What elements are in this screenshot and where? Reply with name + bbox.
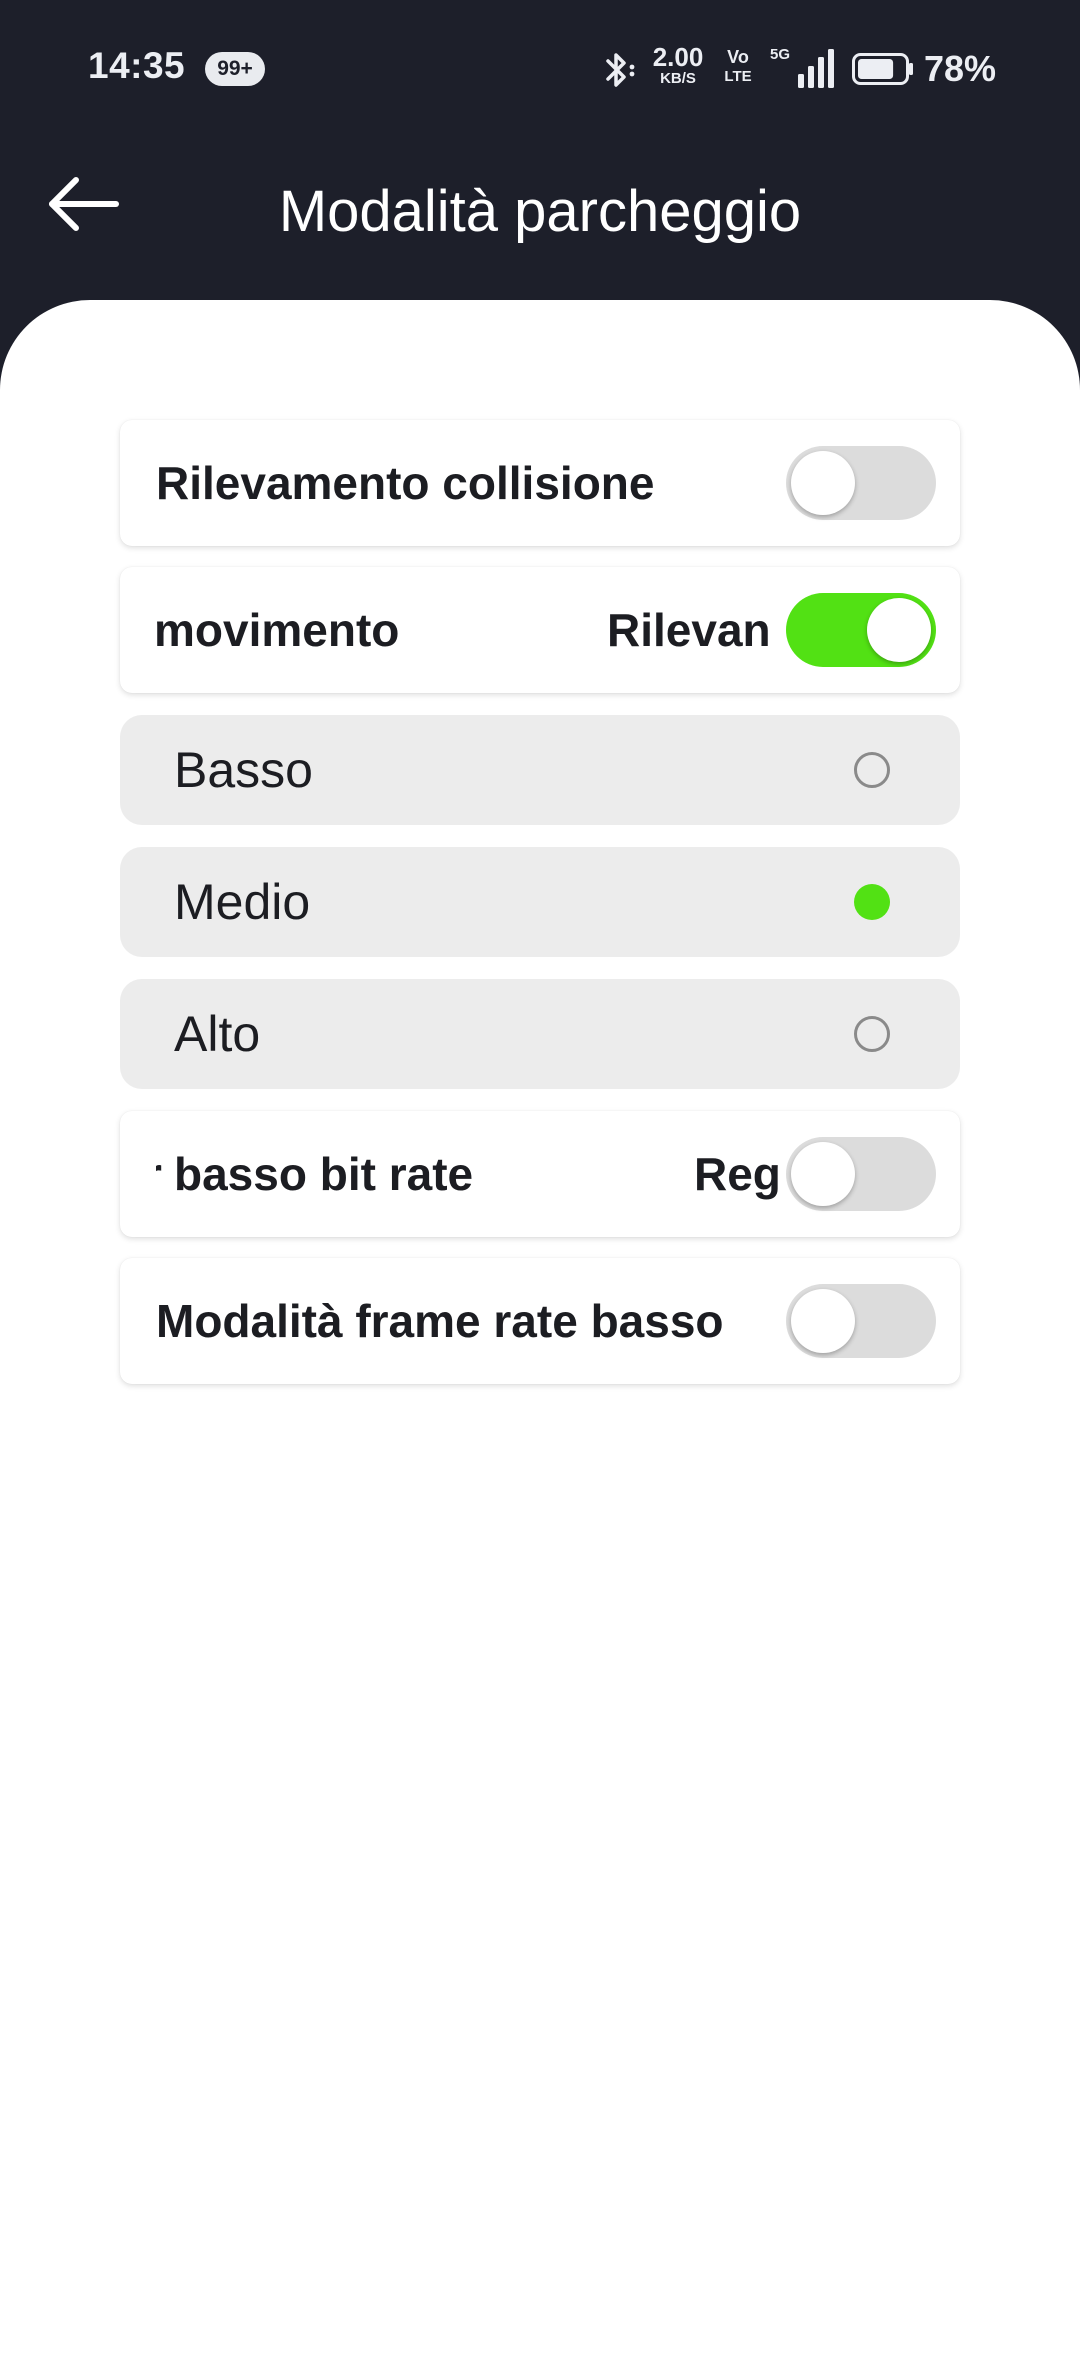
low-bitrate-label-end: basso bit rate <box>174 1148 474 1200</box>
signal-indicator: 5G <box>770 46 838 92</box>
motion-detection-label-start: Rilevan <box>607 604 771 656</box>
toggle-knob <box>867 598 931 662</box>
status-bar: 14:35 99+ 2.00 KB/S Vo LTE 5G 78% <box>0 0 1080 140</box>
radio-button[interactable] <box>854 752 890 788</box>
sensitivity-option-alto[interactable]: Alto <box>120 979 960 1089</box>
volte-top: Vo <box>727 47 749 67</box>
battery-icon <box>852 53 913 85</box>
battery-percentage: 78% <box>924 48 997 89</box>
low-bitrate-label-clip: r basso bit rate Reg <box>156 1111 824 1237</box>
toggle-knob <box>791 451 855 515</box>
notification-badge: 99+ <box>205 52 265 86</box>
page-title: Modalità parcheggio <box>278 179 802 244</box>
option-label: Alto <box>174 1006 261 1062</box>
toggle-knob <box>791 1289 855 1353</box>
low-bitrate-toggle[interactable] <box>786 1137 936 1211</box>
motion-detection-label-end: movimento <box>156 604 400 656</box>
network-speed: 2.00 KB/S <box>648 44 708 94</box>
signal-bars-icon <box>798 49 834 88</box>
volte-bottom: LTE <box>724 68 752 85</box>
sensitivity-option-medio[interactable]: Medio <box>120 847 960 957</box>
low-framerate-label: Modalità frame rate basso <box>156 1295 724 1347</box>
radio-button[interactable] <box>854 884 890 920</box>
volte-indicator: Vo LTE <box>718 48 758 92</box>
radio-button[interactable] <box>854 1016 890 1052</box>
bluetooth-icon <box>606 53 635 87</box>
motion-detection-row: movimento Rilevan <box>120 567 960 693</box>
option-label: Basso <box>174 742 313 798</box>
collision-detection-toggle[interactable] <box>786 446 936 520</box>
motion-detection-toggle[interactable] <box>786 593 936 667</box>
motion-detection-label-clip: movimento Rilevan <box>156 567 824 693</box>
network-speed-value: 2.00 <box>652 42 704 72</box>
collision-detection-label: Rilevamento collisione <box>156 457 655 509</box>
low-bitrate-row: r basso bit rate Reg <box>120 1111 960 1237</box>
collision-detection-row: Rilevamento collisione <box>120 420 960 546</box>
status-time: 14:35 <box>88 45 186 86</box>
low-bitrate-label-fragment: r <box>156 1111 162 1237</box>
sensitivity-option-basso[interactable]: Basso <box>120 715 960 825</box>
low-bitrate-label-start: Reg <box>694 1148 781 1200</box>
low-framerate-toggle[interactable] <box>786 1284 936 1358</box>
network-speed-unit: KB/S <box>660 70 696 87</box>
low-framerate-row: Modalità frame rate basso <box>120 1258 960 1384</box>
toggle-knob <box>791 1142 855 1206</box>
option-label: Medio <box>174 874 311 930</box>
